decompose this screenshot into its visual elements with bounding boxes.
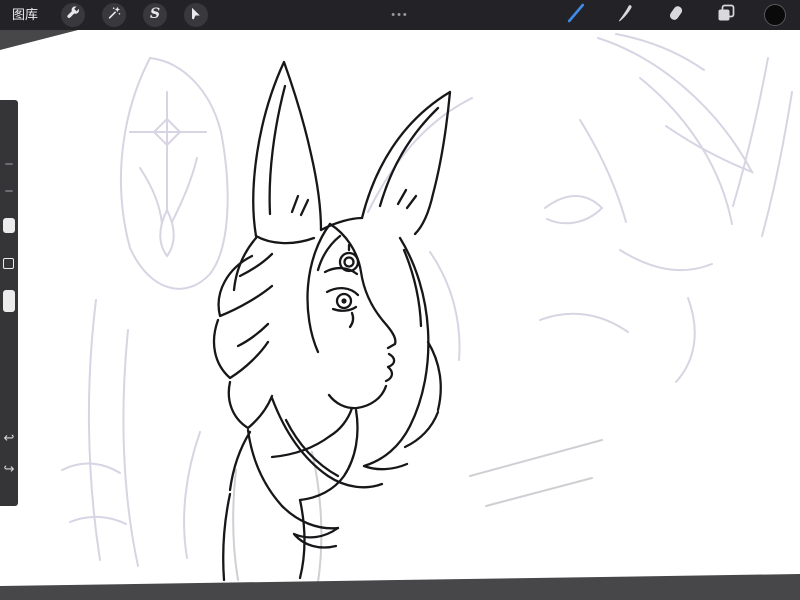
redo-button[interactable]: ↪ (0, 463, 18, 477)
smudge-tool-button[interactable] (614, 3, 638, 27)
color-swatch-button[interactable] (764, 4, 786, 26)
layers-icon (715, 2, 737, 29)
selection-button[interactable]: S (143, 3, 168, 27)
under-sketch-layer (61, 33, 793, 583)
brush-size-tick (5, 190, 13, 192)
layers-button[interactable] (714, 3, 738, 27)
top-toolbar: 图库 S ••• (0, 0, 800, 30)
toolbar-left-group: 图库 S (0, 0, 209, 30)
paint-tool-button[interactable] (564, 3, 588, 27)
transform-button[interactable] (184, 3, 209, 27)
brush-size-tick (5, 163, 13, 165)
erase-tool-button[interactable] (664, 3, 688, 27)
drawing-canvas[interactable] (0, 30, 800, 586)
ink-layer (212, 60, 452, 582)
artwork-sketch (61, 33, 793, 583)
smudge-icon (615, 2, 637, 29)
gallery-button[interactable]: 图库 (12, 0, 38, 30)
sidebar[interactable]: ↩ ↪ (0, 100, 18, 506)
paintbrush-icon (565, 2, 587, 29)
adjustments-button[interactable] (102, 3, 127, 27)
magic-wand-icon (106, 5, 122, 26)
undo-button[interactable]: ↩ (0, 432, 18, 446)
wrench-icon (65, 5, 81, 26)
brush-size-slider-handle[interactable] (3, 218, 15, 233)
toolbar-right-group (564, 3, 800, 27)
window-handle-dots[interactable]: ••• (391, 0, 409, 30)
transform-arrow-icon (188, 5, 204, 26)
eraser-icon (665, 2, 687, 29)
modify-button[interactable] (3, 258, 14, 269)
actions-button[interactable] (61, 3, 86, 27)
selection-s-glyph: S (149, 6, 161, 22)
opacity-slider-handle[interactable] (3, 290, 15, 312)
